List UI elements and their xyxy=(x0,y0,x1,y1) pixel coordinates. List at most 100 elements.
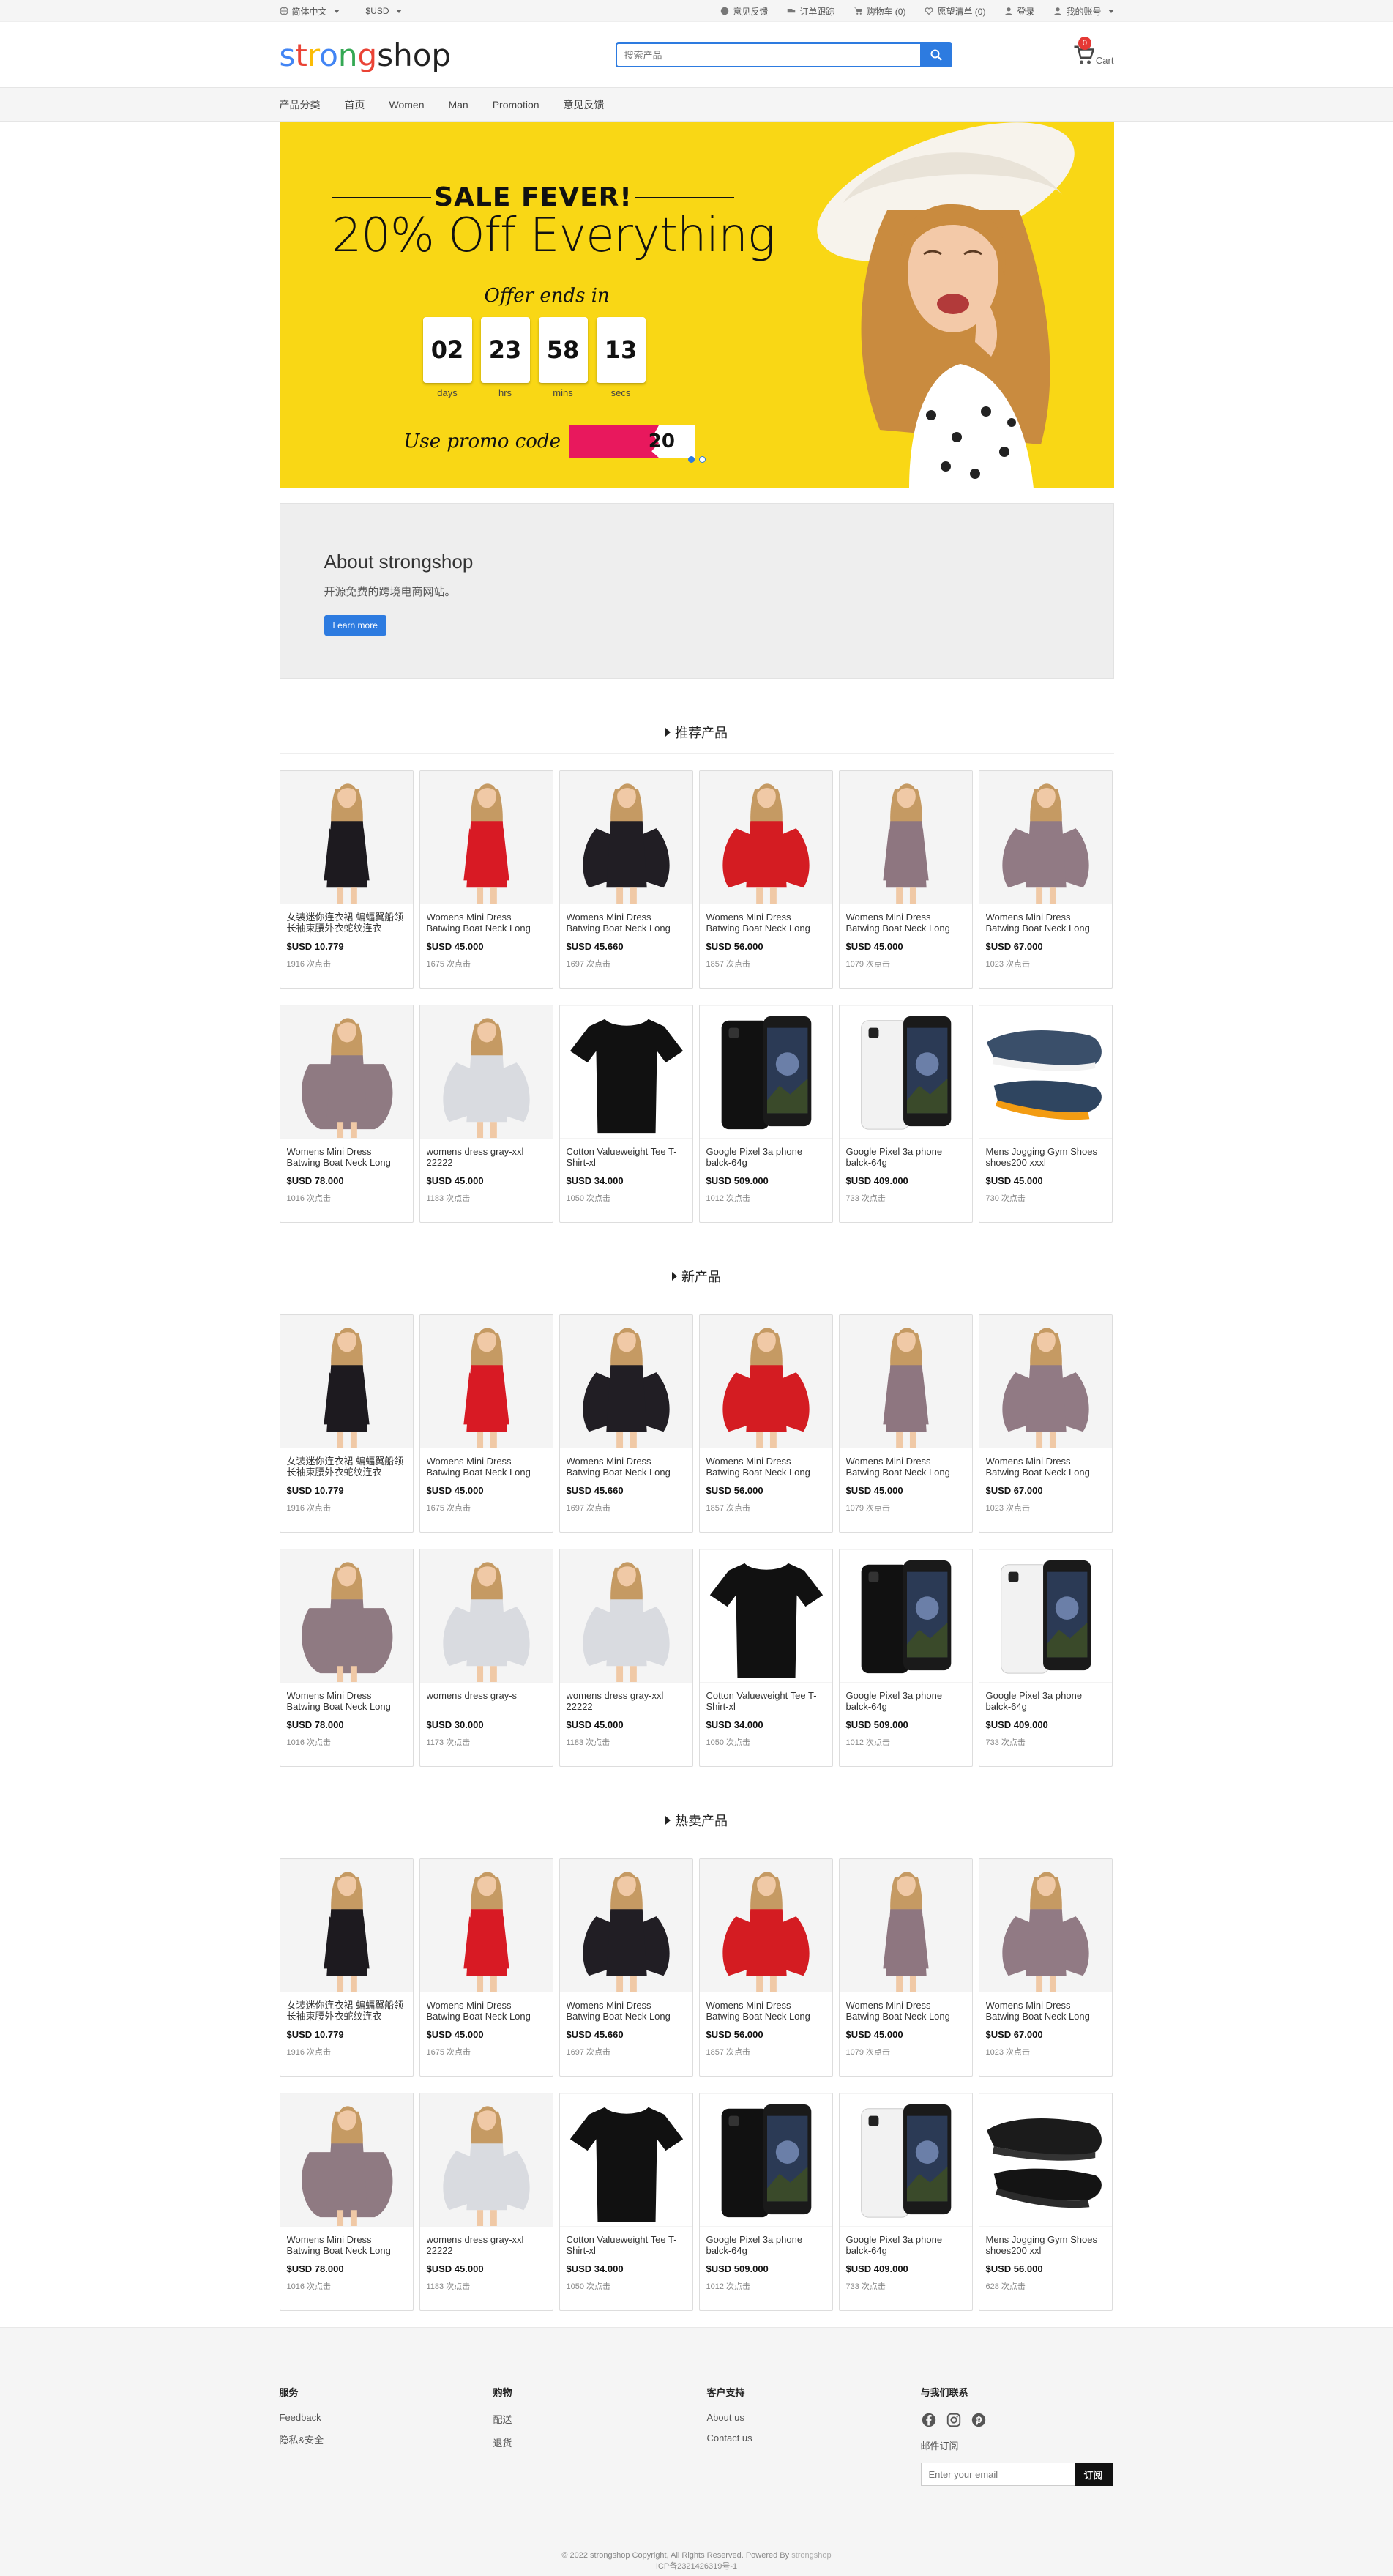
hero-banner[interactable]: SALE FEVER! 20% Off Everything Offer end… xyxy=(279,122,1114,488)
product-card[interactable]: womens dress gray-xxl 22222 $USD 45.000 11… xyxy=(419,1005,553,1223)
subscribe-button[interactable]: 订阅 xyxy=(1074,2463,1113,2486)
email-field[interactable] xyxy=(920,2463,1075,2486)
product-name[interactable]: Mens Jogging Gym Shoes shoes200 xxl xyxy=(986,2234,1105,2256)
product-name[interactable]: Womens Mini Dress Batwing Boat Neck Long xyxy=(567,2000,686,2022)
product-card[interactable]: Womens Mini Dress Batwing Boat Neck Long… xyxy=(838,770,973,989)
product-card[interactable]: Google Pixel 3a phone balck-64g $USD 409.… xyxy=(978,1549,1113,1767)
product-name[interactable]: Womens Mini Dress Batwing Boat Neck Long xyxy=(986,912,1105,934)
product-image-wrap[interactable] xyxy=(559,1549,692,1683)
product-name[interactable]: Cotton Valueweight Tee T-Shirt-xl xyxy=(567,2234,686,2256)
product-card[interactable]: Womens Mini Dress Batwing Boat Neck Long… xyxy=(279,1005,414,1223)
product-name[interactable]: Womens Mini Dress Batwing Boat Neck Long xyxy=(706,2000,826,2022)
product-image-wrap[interactable] xyxy=(699,1549,832,1683)
product-image-wrap[interactable] xyxy=(559,1005,692,1139)
product-card[interactable]: Womens Mini Dress Batwing Boat Neck Long… xyxy=(559,1858,693,2077)
product-name[interactable]: womens dress gray-xxl 22222 xyxy=(567,1690,686,1712)
product-image-wrap[interactable] xyxy=(699,1859,832,1992)
carousel-dot[interactable] xyxy=(698,456,706,463)
product-card[interactable]: Google Pixel 3a phone balck-64g $USD 509.… xyxy=(698,2093,833,2311)
product-card[interactable]: Womens Mini Dress Batwing Boat Neck Long… xyxy=(698,770,833,989)
product-name[interactable]: Womens Mini Dress Batwing Boat Neck Long xyxy=(846,912,966,934)
login-link[interactable]: 登录 xyxy=(1004,5,1034,18)
product-card[interactable]: Womens Mini Dress Batwing Boat Neck Long… xyxy=(279,2093,414,2311)
nav-item-women[interactable]: Women xyxy=(389,99,425,111)
product-image-wrap[interactable] xyxy=(419,1859,553,1992)
product-card[interactable]: 女装迷你连衣裙 蝙蝠翼船领长袖束腰外衣蛇纹连衣 $USD 10.779 1916 次… xyxy=(279,770,414,989)
product-image-wrap[interactable] xyxy=(559,1859,692,1992)
product-image-wrap[interactable] xyxy=(280,2093,413,2227)
footer-link-contact[interactable]: Contact us xyxy=(707,2432,921,2443)
product-name[interactable]: Cotton Valueweight Tee T-Shirt-xl xyxy=(567,1146,686,1168)
product-card[interactable]: 女装迷你连衣裙 蝙蝠翼船领长袖束腰外衣蛇纹连衣 $USD 10.779 1916 次… xyxy=(279,1314,414,1533)
product-card[interactable]: Womens Mini Dress Batwing Boat Neck Long… xyxy=(978,1314,1113,1533)
powered-by-link[interactable]: strongshop xyxy=(791,2551,831,2560)
product-card[interactable]: 女装迷你连衣裙 蝙蝠翼船领长袖束腰外衣蛇纹连衣 $USD 10.779 1916 次… xyxy=(279,1858,414,2077)
product-name[interactable]: Womens Mini Dress Batwing Boat Neck Long xyxy=(427,2000,546,2022)
carousel-dot[interactable] xyxy=(687,456,695,463)
product-name[interactable]: womens dress gray-xxl 22222 xyxy=(427,1146,546,1168)
search-input[interactable] xyxy=(615,42,920,67)
product-name[interactable]: Google Pixel 3a phone balck-64g xyxy=(846,1146,966,1168)
product-card[interactable]: Womens Mini Dress Batwing Boat Neck Long… xyxy=(279,1549,414,1767)
product-name[interactable]: Womens Mini Dress Batwing Boat Neck Long xyxy=(567,912,686,934)
product-image-wrap[interactable] xyxy=(280,1859,413,1992)
product-card[interactable]: Google Pixel 3a phone balck-64g $USD 509.… xyxy=(698,1005,833,1223)
order-tracking-link[interactable]: 订单跟踪 xyxy=(787,5,834,18)
cart-link[interactable]: 购物车 (0) xyxy=(854,5,905,18)
product-image-wrap[interactable] xyxy=(979,1005,1112,1139)
product-image-wrap[interactable] xyxy=(979,1859,1112,1992)
product-name[interactable]: Google Pixel 3a phone balck-64g xyxy=(706,1146,826,1168)
footer-link-feedback[interactable]: Feedback xyxy=(280,2412,493,2423)
nav-item-man[interactable]: Man xyxy=(448,99,468,111)
product-name[interactable]: Womens Mini Dress Batwing Boat Neck Long xyxy=(287,1690,406,1712)
product-name[interactable]: Womens Mini Dress Batwing Boat Neck Long xyxy=(986,1456,1105,1478)
product-image-wrap[interactable] xyxy=(839,2093,972,2227)
instagram-icon[interactable] xyxy=(946,2412,962,2428)
product-image-wrap[interactable] xyxy=(839,1859,972,1992)
product-name[interactable]: Womens Mini Dress Batwing Boat Neck Long xyxy=(846,2000,966,2022)
product-image-wrap[interactable] xyxy=(839,1005,972,1139)
nav-item-promotion[interactable]: Promotion xyxy=(493,99,539,111)
product-card[interactable]: Womens Mini Dress Batwing Boat Neck Long… xyxy=(698,1858,833,2077)
product-image-wrap[interactable] xyxy=(559,2093,692,2227)
product-image-wrap[interactable] xyxy=(419,1549,553,1683)
product-name[interactable]: Womens Mini Dress Batwing Boat Neck Long xyxy=(986,2000,1105,2022)
product-card[interactable]: Womens Mini Dress Batwing Boat Neck Long… xyxy=(419,1858,553,2077)
product-name[interactable]: Womens Mini Dress Batwing Boat Neck Long xyxy=(706,1456,826,1478)
product-name[interactable]: Womens Mini Dress Batwing Boat Neck Long xyxy=(706,912,826,934)
product-name[interactable]: Google Pixel 3a phone balck-64g xyxy=(706,2234,826,2256)
icp-number[interactable]: ICP备2321426319号-1 xyxy=(656,2562,737,2571)
product-name[interactable]: 女装迷你连衣裙 蝙蝠翼船领长袖束腰外衣蛇纹连衣 xyxy=(287,1456,406,1478)
product-image-wrap[interactable] xyxy=(280,1549,413,1683)
footer-link-returns[interactable]: 退货 xyxy=(493,2435,707,2449)
product-image-wrap[interactable] xyxy=(839,771,972,904)
product-card[interactable]: Google Pixel 3a phone balck-64g $USD 409.… xyxy=(838,2093,973,2311)
footer-link-privacy[interactable]: 隐私&安全 xyxy=(280,2432,493,2446)
product-card[interactable]: womens dress gray-xxl 22222 $USD 45.000 11… xyxy=(559,1549,693,1767)
product-image-wrap[interactable] xyxy=(419,1005,553,1139)
product-card[interactable]: Mens Jogging Gym Shoes shoes200 xxl $USD … xyxy=(978,2093,1113,2311)
product-image-wrap[interactable] xyxy=(699,2093,832,2227)
product-image-wrap[interactable] xyxy=(280,1315,413,1448)
section-title[interactable]: 推荐产品 xyxy=(279,723,1114,754)
product-name[interactable]: 女装迷你连衣裙 蝙蝠翼船领长袖束腰外衣蛇纹连衣 xyxy=(287,2000,406,2022)
product-card[interactable]: Womens Mini Dress Batwing Boat Neck Long… xyxy=(978,1858,1113,2077)
product-name[interactable]: Womens Mini Dress Batwing Boat Neck Long xyxy=(427,912,546,934)
language-selector[interactable]: 简体中文 xyxy=(279,5,340,18)
nav-item-feedback[interactable]: 意见反馈 xyxy=(564,97,605,112)
product-image-wrap[interactable] xyxy=(280,1005,413,1139)
feedback-link[interactable]: 意见反馈 xyxy=(720,5,768,18)
section-title[interactable]: 新产品 xyxy=(279,1267,1114,1298)
product-name[interactable]: womens dress gray-s xyxy=(427,1690,546,1712)
product-name[interactable]: Womens Mini Dress Batwing Boat Neck Long xyxy=(846,1456,966,1478)
product-image-wrap[interactable] xyxy=(979,771,1112,904)
product-image-wrap[interactable] xyxy=(979,2093,1112,2227)
site-logo[interactable]: strongshop xyxy=(280,37,452,73)
product-name[interactable]: Womens Mini Dress Batwing Boat Neck Long xyxy=(287,2234,406,2256)
product-name[interactable]: Mens Jogging Gym Shoes shoes200 xxxl xyxy=(986,1146,1105,1168)
product-image-wrap[interactable] xyxy=(839,1549,972,1683)
product-card[interactable]: Womens Mini Dress Batwing Boat Neck Long… xyxy=(698,1314,833,1533)
nav-item-home[interactable]: 首页 xyxy=(345,97,365,112)
product-card[interactable]: Womens Mini Dress Batwing Boat Neck Long… xyxy=(559,1314,693,1533)
product-image-wrap[interactable] xyxy=(699,1315,832,1448)
